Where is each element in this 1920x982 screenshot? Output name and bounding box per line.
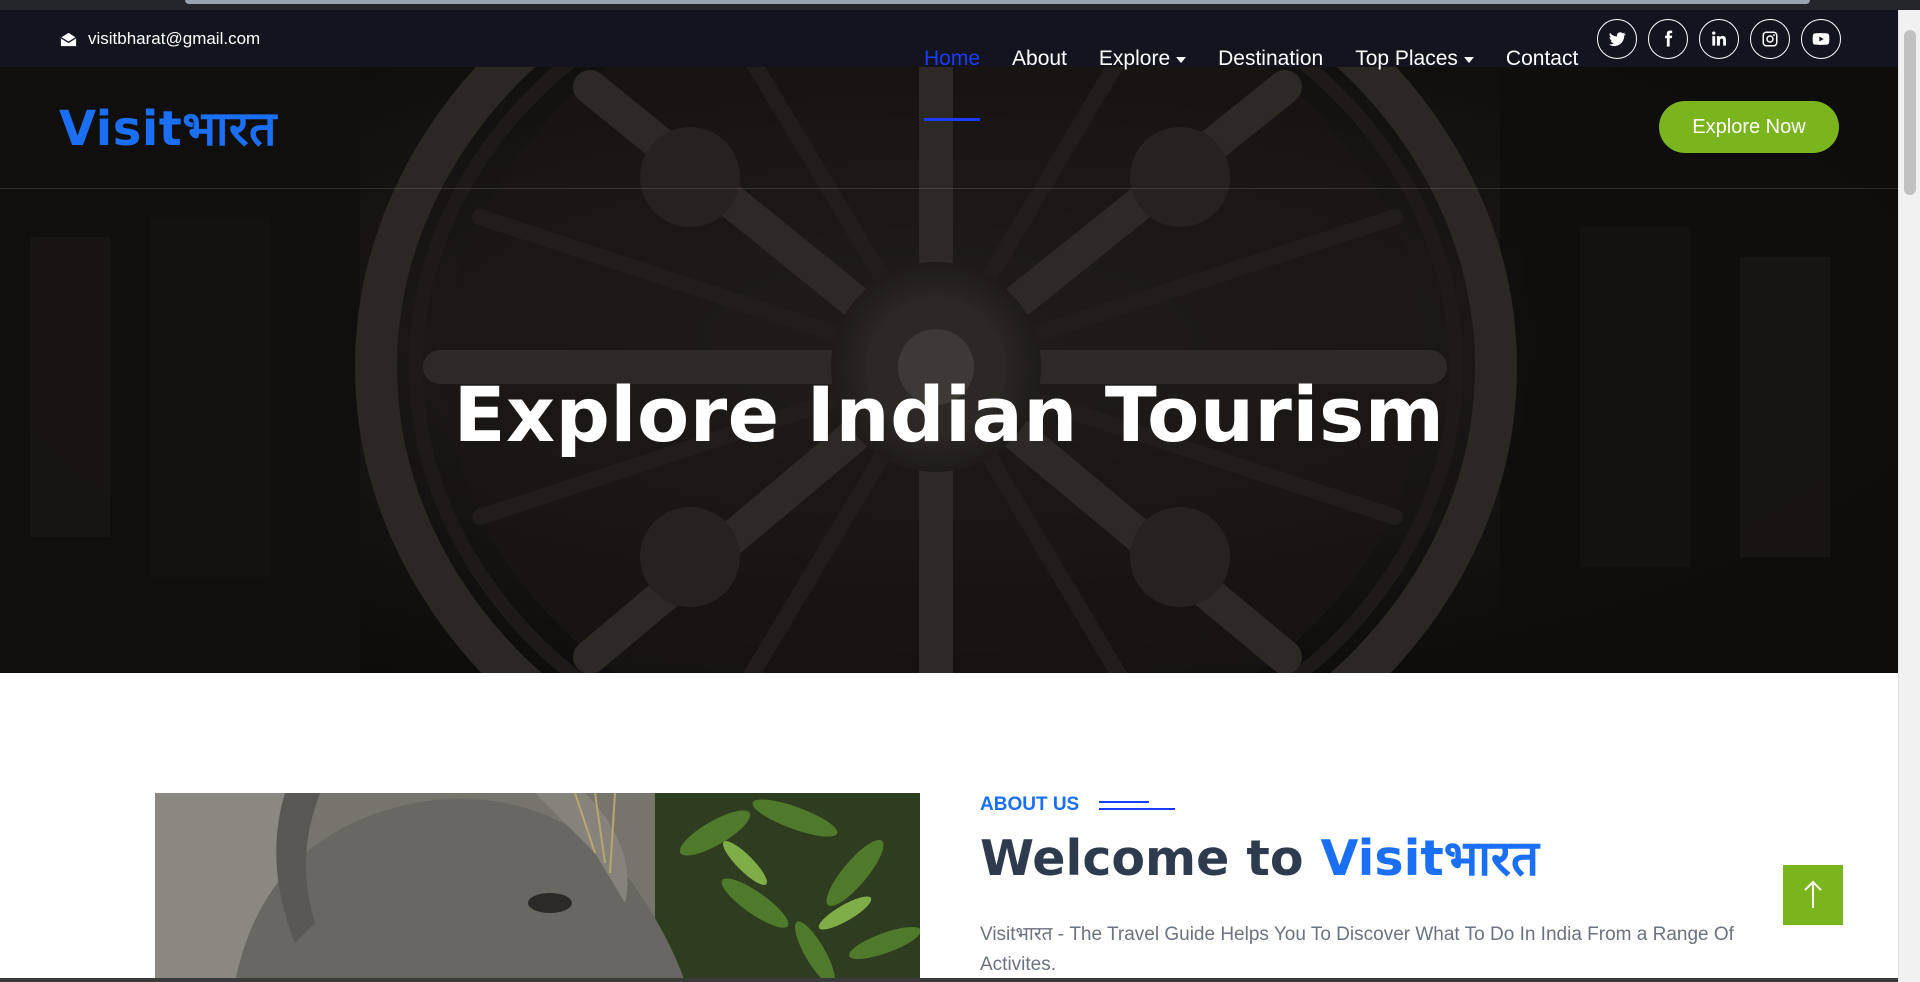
elephant-photo — [155, 793, 920, 982]
about-heading-brand: Visitभारत — [1320, 830, 1539, 887]
nav-menu: Home About Explore Destination Top Place… — [924, 44, 1578, 121]
envelope-open-icon — [60, 32, 77, 46]
nav-item-contact[interactable]: Contact — [1506, 44, 1578, 74]
instagram-link[interactable] — [1750, 19, 1790, 59]
nav-item-label: Destination — [1218, 47, 1324, 70]
hero-title: Explore Indian Tourism — [453, 370, 1445, 459]
nav-item-explore[interactable]: Explore — [1098, 44, 1187, 74]
nav-item-label: Explore — [1098, 47, 1171, 70]
arrow-up-icon — [1804, 880, 1822, 908]
caret-down-icon — [1176, 57, 1187, 63]
facebook-icon — [1665, 30, 1673, 47]
elephant-image — [155, 793, 920, 982]
scroll-to-top-button[interactable] — [1783, 865, 1843, 925]
nav-item-label: Home — [924, 47, 981, 70]
main-navbar: Visitभारत — [0, 67, 1898, 189]
site-logo[interactable]: Visitभारत — [59, 95, 277, 160]
contact-email[interactable]: visitbharat@gmail.com — [59, 28, 260, 50]
twitter-icon — [1608, 32, 1626, 47]
youtube-icon — [1812, 33, 1830, 45]
scrollbar-thumb[interactable] — [1904, 30, 1916, 195]
instagram-icon — [1762, 31, 1778, 47]
social-links — [1597, 19, 1841, 59]
browser-top-edge — [0, 0, 1920, 10]
nav-item-destination[interactable]: Destination — [1218, 44, 1323, 74]
about-heading-prefix: Welcome to — [980, 830, 1304, 887]
nav-item-home[interactable]: Home — [924, 44, 981, 121]
nav-item-about[interactable]: About — [1012, 44, 1067, 74]
label-decoration — [1099, 799, 1176, 811]
active-nav-indicator — [924, 118, 981, 121]
caret-down-icon — [1463, 57, 1474, 63]
linkedin-link[interactable] — [1699, 19, 1739, 59]
nav-item-label: About — [1012, 47, 1067, 70]
linkedin-icon — [1712, 31, 1726, 46]
youtube-link[interactable] — [1801, 19, 1841, 59]
explore-now-button[interactable]: Explore Now — [1659, 101, 1839, 153]
nav-item-label: Contact — [1505, 47, 1579, 70]
window-bottom-edge — [0, 978, 1898, 982]
about-us-label-text: ABOUT US — [980, 794, 1080, 815]
browser-address-edge — [185, 0, 1810, 4]
twitter-link[interactable] — [1597, 19, 1637, 59]
facebook-link[interactable] — [1648, 19, 1688, 59]
about-heading: Welcome to Visitभारत — [980, 824, 1539, 890]
nav-item-label: Top Places — [1355, 47, 1458, 70]
contact-email-text: visitbharat@gmail.com — [88, 29, 261, 48]
about-us-label: ABOUT US — [980, 794, 1176, 816]
about-description: Visitभारत - The Travel Guide Helps You T… — [980, 924, 1734, 975]
nav-item-top-places[interactable]: Top Places — [1355, 44, 1474, 74]
page-scrollbar[interactable] — [1898, 10, 1920, 982]
